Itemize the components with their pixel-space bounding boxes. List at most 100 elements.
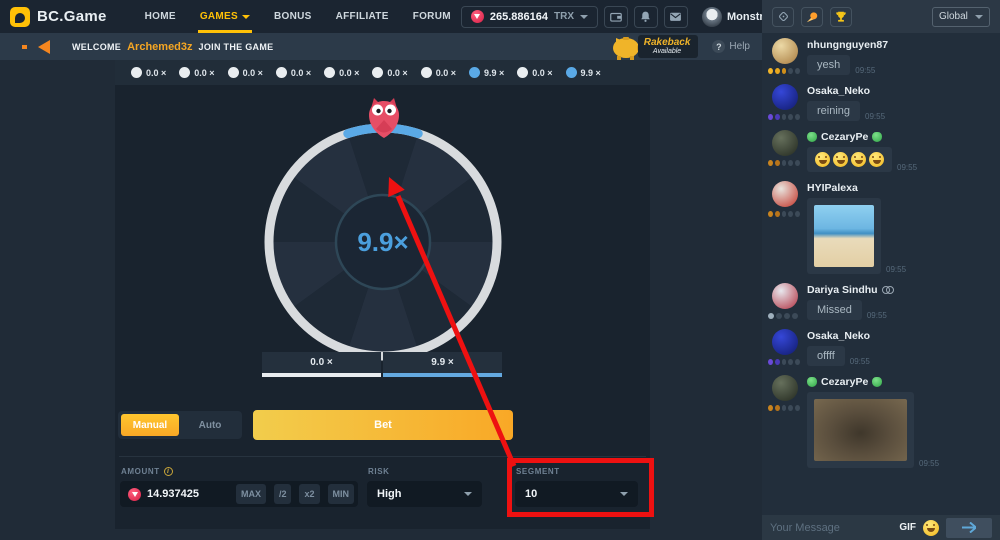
badge-row — [768, 313, 800, 319]
result-multiplier: 9.9 × — [484, 68, 504, 78]
nav-item-forum[interactable]: FORUM — [403, 0, 461, 33]
level-badge — [775, 160, 780, 166]
trx-coin-icon — [471, 10, 484, 23]
level-badge — [768, 211, 773, 217]
notifications-button[interactable] — [634, 6, 658, 28]
trx-coin-icon — [128, 488, 141, 501]
trophy-tab-button[interactable] — [830, 7, 852, 27]
history-chip: 9.9 × — [469, 67, 504, 78]
risk-select[interactable]: High — [367, 481, 482, 507]
fields-divider — [119, 456, 646, 457]
chat-username[interactable]: nhungnguyen87 — [807, 39, 888, 51]
nav-item-affiliate[interactable]: AFFILIATE — [326, 0, 399, 33]
chat-username[interactable]: Osaka_Neko — [807, 85, 870, 97]
half-button[interactable]: /2 — [274, 484, 292, 504]
chat-content-row: offff09:55 — [807, 346, 992, 366]
manual-mode-button[interactable]: Manual — [121, 414, 179, 436]
chat-username[interactable]: HYIPalexa — [807, 182, 858, 194]
result-multiplier: 0.0 × — [146, 68, 166, 78]
chat-content-row: 09:55 — [807, 198, 992, 274]
laugh-emoji — [869, 152, 884, 167]
chat-message-list[interactable]: nhungnguyen87yesh09:55Osaka_Nekoreining0… — [762, 33, 1000, 515]
chat-name-row: Osaka_Neko — [807, 329, 992, 343]
level-badge — [788, 211, 793, 217]
level-badge — [795, 359, 800, 365]
brand[interactable]: BC.Game — [10, 7, 107, 27]
avatar[interactable] — [772, 130, 798, 156]
double-button[interactable]: x2 — [299, 484, 319, 504]
smiley-emoji-button[interactable] — [923, 520, 939, 536]
chat-name-row: Dariya Sindhu — [807, 283, 992, 297]
alien-emoji — [872, 132, 882, 142]
level-badge — [776, 313, 782, 319]
result-dot — [131, 67, 142, 78]
chat-username[interactable]: CezaryPe — [821, 131, 868, 143]
segment-select[interactable]: 10 — [515, 481, 638, 507]
send-button[interactable] — [946, 518, 992, 538]
chat-message-left — [770, 130, 800, 172]
message-time: 09:55 — [919, 459, 939, 468]
result-dot — [469, 67, 480, 78]
message-time: 09:55 — [867, 311, 887, 320]
result-tab-bar-white — [262, 373, 381, 377]
banner-username[interactable]: Archemed3z — [127, 41, 192, 53]
rakeback-widget[interactable]: Rakeback Available — [610, 34, 699, 60]
chat-message-left — [770, 181, 800, 274]
auto-mode-button[interactable]: Auto — [181, 414, 239, 436]
avatar[interactable] — [772, 38, 798, 64]
level-badge — [782, 68, 787, 74]
badge-row — [768, 68, 800, 74]
chat-message: CezaryPe09:55 — [770, 130, 992, 172]
beach-photo[interactable] — [814, 205, 874, 267]
nav-item-bonus[interactable]: BONUS — [264, 0, 322, 33]
chat-room-select[interactable]: Global — [932, 7, 990, 27]
level-badge — [768, 68, 773, 74]
nav-item-games[interactable]: GAMES — [190, 0, 260, 33]
wallet-button[interactable] — [604, 6, 628, 28]
message-time: 09:55 — [886, 265, 906, 274]
level-badge — [768, 313, 774, 319]
messages-button[interactable] — [664, 6, 688, 28]
message-time: 09:55 — [855, 66, 875, 75]
join-label: JOIN THE GAME — [199, 42, 274, 52]
min-button[interactable]: MIN — [328, 484, 355, 504]
chat-content-row: 09:55 — [807, 392, 992, 468]
gif-button[interactable]: GIF — [899, 522, 916, 533]
chat-message: Osaka_Neko offff09:55 — [770, 329, 992, 366]
avatar[interactable] — [772, 375, 798, 401]
chat-username[interactable]: Dariya Sindhu — [807, 284, 878, 296]
chat-message-input[interactable] — [770, 522, 892, 534]
amount-input[interactable] — [147, 488, 228, 500]
result-tab-win[interactable]: 9.9 × — [383, 352, 502, 377]
help-button[interactable]: ? Help — [712, 40, 750, 53]
main-nav: HOMEGAMESBONUSAFFILIATEFORUM — [135, 0, 461, 33]
dice-tab-button[interactable] — [772, 7, 794, 27]
avatar[interactable] — [772, 329, 798, 355]
chat-username[interactable]: CezaryPe — [821, 376, 868, 388]
chat-input-bar: GIF — [762, 515, 1000, 540]
bet-button[interactable]: Bet — [253, 410, 513, 440]
nav-item-home[interactable]: HOME — [135, 0, 186, 33]
chat-message-left — [770, 38, 800, 75]
history-chip: 0.0 × — [324, 67, 359, 78]
level-badge — [795, 114, 800, 120]
avatar[interactable] — [772, 84, 798, 110]
avatar[interactable] — [772, 181, 798, 207]
result-tab-lose[interactable]: 0.0 × — [262, 352, 381, 377]
rakeback-title: Rakeback — [644, 37, 691, 48]
level-badge — [782, 405, 787, 411]
balance-currency[interactable]: TRX — [554, 11, 574, 22]
history-chip: 0.0 × — [276, 67, 311, 78]
info-icon[interactable]: i — [164, 467, 173, 476]
fireball-tab-button[interactable] — [801, 7, 823, 27]
chat-message: Dariya SindhuMissed09:55 — [770, 283, 992, 320]
chat-message-body: HYIPalexa 09:55 — [807, 181, 992, 274]
max-button[interactable]: MAX — [236, 484, 266, 504]
result-multiplier: 0.0 × — [243, 68, 263, 78]
result-dot — [421, 67, 432, 78]
balance-pill[interactable]: 265.886164 TRX — [461, 6, 598, 28]
chat-username[interactable]: Osaka_Neko — [807, 330, 870, 342]
avatar[interactable] — [772, 283, 798, 309]
help-icon: ? — [712, 40, 725, 53]
cat-photo[interactable] — [814, 399, 907, 461]
